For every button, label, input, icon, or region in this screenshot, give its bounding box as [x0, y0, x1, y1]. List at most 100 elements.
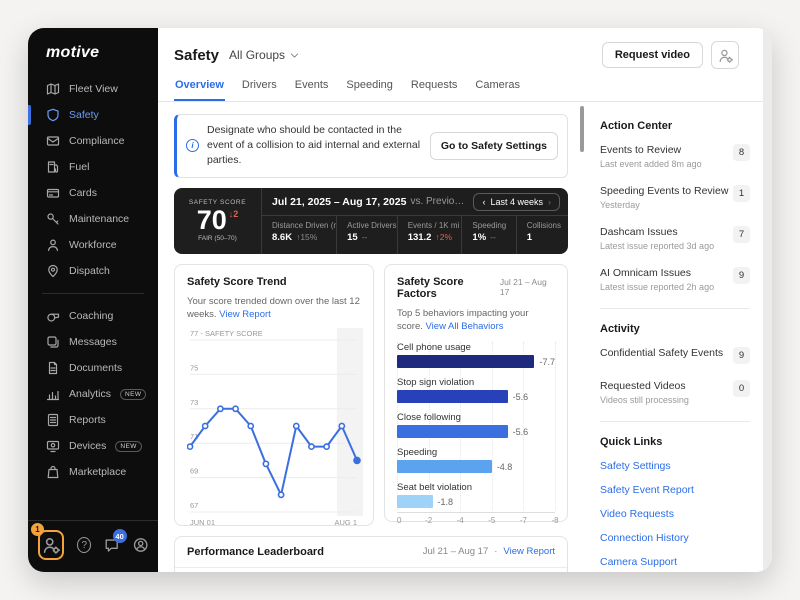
tab-events[interactable]: Events	[294, 79, 330, 101]
window-scrollbar-track[interactable]	[763, 28, 772, 572]
sidebar-item-label: Documents	[69, 362, 122, 374]
map-icon	[46, 82, 60, 96]
sidebar-item-label: Fleet View	[69, 83, 118, 95]
notification-count-badge: 40	[113, 529, 127, 543]
safety-score-trend-card: Safety Score Trend Your score trended do…	[174, 264, 374, 526]
right-panel: Action Center Events to ReviewLast event…	[586, 102, 772, 572]
quick-link-video-requests[interactable]: Video Requests	[600, 508, 750, 520]
account-button[interactable]	[133, 536, 148, 554]
safety-score-value: 70	[197, 206, 227, 234]
svg-text:73: 73	[190, 398, 198, 407]
sidebar-item-fleet-view[interactable]: Fleet View	[28, 76, 158, 102]
sidebar-item-maintenance[interactable]: Maintenance	[28, 206, 158, 232]
sidebar-item-compliance[interactable]: Compliance	[28, 128, 158, 154]
shield-icon	[46, 108, 60, 122]
panel-divider	[600, 308, 750, 309]
document-icon	[46, 361, 60, 375]
scrollbar-thumb[interactable]	[580, 106, 584, 152]
prev-period-icon[interactable]: ‹	[482, 197, 485, 207]
sidebar-item-marketplace[interactable]: Marketplace	[28, 459, 158, 485]
sidebar-item-label: Safety	[69, 109, 99, 121]
sidebar-item-cards[interactable]: Cards	[28, 180, 158, 206]
sidebar-nav: Fleet View Safety ComplianceFuelCardsMaint…	[28, 76, 158, 520]
quick-links-title: Quick Links	[600, 436, 750, 448]
sidebar-item-label: Coaching	[69, 310, 113, 322]
sidebar-item-coaching[interactable]: Coaching	[28, 303, 158, 329]
driver-settings-button[interactable]	[711, 41, 739, 69]
chevron-down-icon	[290, 51, 299, 60]
period-selector[interactable]: ‹ Last 4 weeks ›	[473, 193, 560, 211]
bar[interactable]	[397, 355, 534, 368]
date-range: Jul 21, 2025 – Aug 17, 2025	[272, 196, 406, 208]
main-content: i Designate who should be contacted in t…	[158, 102, 578, 572]
trend-card-description: Your score trended down over the last 12…	[187, 295, 361, 323]
bar[interactable]	[397, 390, 508, 403]
notifications-button[interactable]: 40	[104, 536, 119, 554]
view-report-link[interactable]: View Report	[219, 309, 271, 320]
safety-score-rating: FAIR (50–70)	[198, 235, 237, 242]
sidebar-footer: 1 ? 40	[28, 520, 158, 572]
panel-item-confidential-safety-events[interactable]: Confidential Safety Events9	[600, 347, 750, 364]
bar[interactable]	[397, 495, 433, 508]
sidebar-item-messages[interactable]: Messages	[28, 329, 158, 355]
panel-item-speeding-events-to-review[interactable]: Speeding Events to ReviewYesterday1	[600, 185, 750, 210]
factor-bar-seat-belt-violation: Seat belt violation-1.8	[397, 482, 555, 508]
panel-divider	[600, 421, 750, 422]
tab-overview[interactable]: Overview	[174, 79, 225, 101]
chart-icon	[46, 387, 60, 401]
view-all-behaviors-link[interactable]: View All Behaviors	[426, 321, 504, 332]
factors-card-title: Safety Score Factors	[397, 276, 500, 300]
whistle-icon	[46, 309, 60, 323]
count-badge: 9	[733, 267, 750, 284]
group-selector[interactable]: All Groups	[229, 48, 299, 62]
sidebar-item-devices[interactable]: DevicesNEW	[28, 433, 158, 459]
sidebar-item-analytics[interactable]: AnalyticsNEW	[28, 381, 158, 407]
sidebar-item-reports[interactable]: Reports	[28, 407, 158, 433]
tab-drivers[interactable]: Drivers	[241, 79, 278, 101]
request-video-button[interactable]: Request video	[602, 42, 703, 68]
sidebar-item-dispatch[interactable]: Dispatch	[28, 258, 158, 284]
bar-chart-x-axis: 0-2-4-5-7-8	[397, 512, 555, 526]
main-scrollbar[interactable]	[578, 102, 586, 572]
sidebar-item-documents[interactable]: Documents	[28, 355, 158, 381]
sidebar-item-fuel[interactable]: Fuel	[28, 154, 158, 180]
admin-button[interactable]: 1	[38, 530, 64, 560]
quick-link-camera-support[interactable]: Camera Support	[600, 556, 750, 568]
chat-icon	[46, 335, 60, 349]
sidebar-item-workforce[interactable]: Workforce	[28, 232, 158, 258]
devices-icon	[46, 439, 60, 453]
next-period-icon[interactable]: ›	[548, 197, 551, 207]
quick-link-safety-event-report[interactable]: Safety Event Report	[600, 484, 750, 496]
help-button[interactable]: ?	[77, 537, 91, 553]
leaderboard-title: Performance Leaderboard	[187, 546, 324, 558]
panel-item-events-to-review[interactable]: Events to ReviewLast event added 8m ago8	[600, 144, 750, 169]
bag-icon	[46, 465, 60, 479]
panel-item-dashcam-issues[interactable]: Dashcam IssuesLatest issue reported 3d a…	[600, 226, 750, 251]
factor-bar-cell-phone-usage: Cell phone usage-7.7	[397, 342, 555, 368]
tab-requests[interactable]: Requests	[410, 79, 458, 101]
page-title: Safety	[174, 47, 219, 64]
panel-item-ai-omnicam-issues[interactable]: AI Omnicam IssuesLatest issue reported 2…	[600, 267, 750, 292]
go-to-safety-settings-button[interactable]: Go to Safety Settings	[430, 132, 558, 160]
sidebar-divider	[42, 293, 144, 294]
tab-speeding[interactable]: Speeding	[345, 79, 394, 101]
quick-link-safety-settings[interactable]: Safety Settings	[600, 460, 750, 472]
person-gear-icon	[42, 536, 60, 554]
bar[interactable]	[397, 460, 492, 473]
activity-title: Activity	[600, 323, 750, 335]
quick-link-connection-history[interactable]: Connection History	[600, 532, 750, 544]
collision-contact-banner: i Designate who should be contacted in t…	[174, 114, 568, 178]
sidebar-item-label: Marketplace	[69, 466, 126, 478]
svg-text:77 - SAFETY SCORE: 77 - SAFETY SCORE	[190, 329, 263, 338]
stat-distance-driven-mi-: Distance Driven (mi)8.6K↑15%	[262, 216, 336, 254]
sidebar-item-safety[interactable]: Safety	[28, 102, 158, 128]
person-icon	[46, 238, 60, 252]
bar[interactable]	[397, 425, 508, 438]
sidebar-item-label: Devices	[69, 440, 106, 452]
topbar: Safety All Groups Request video Overview…	[158, 28, 763, 102]
leaderboard-view-report-link[interactable]: View Report	[503, 546, 555, 557]
svg-text:AUG 1: AUG 1	[334, 518, 357, 527]
stat-collisions: Collisions1	[516, 216, 568, 254]
panel-item-requested-videos[interactable]: Requested VideosVideos still processing0	[600, 380, 750, 405]
tab-cameras[interactable]: Cameras	[474, 79, 521, 101]
